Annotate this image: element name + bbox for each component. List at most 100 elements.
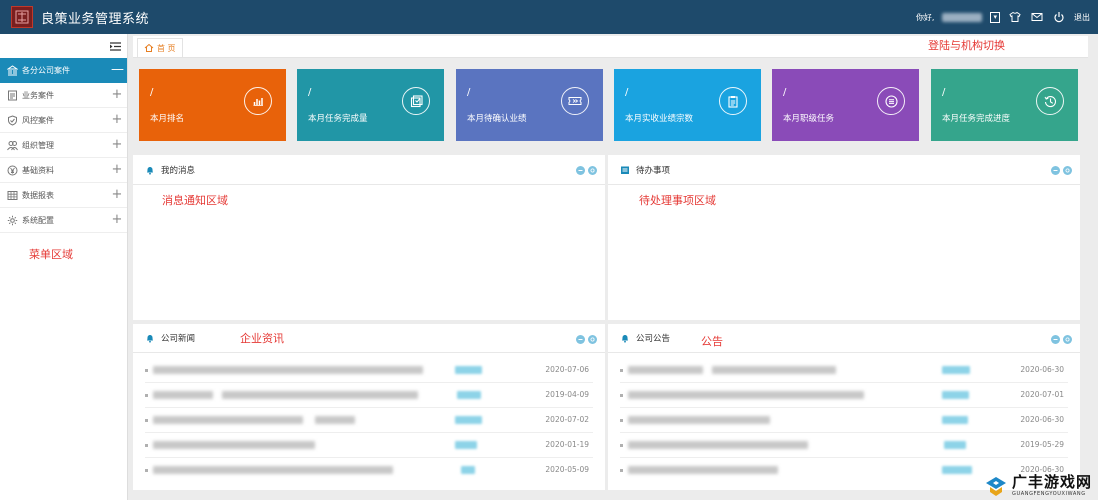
calendar-icon [620,165,630,175]
greeting-text: 你好, [915,12,935,22]
sidebar-item-base-data[interactable]: 基础资料 + [0,158,127,183]
sidebar-collapse-button[interactable] [0,34,127,58]
stat-card-monthly-rank[interactable]: / 本月排名 [139,69,286,141]
stat-card-received-performance[interactable]: / 本月实收业绩宗数 [614,69,761,141]
panel-title: 公司新闻 [161,334,196,344]
bell-icon [145,165,155,175]
notice-date: 2019-05-29 [1020,440,1064,449]
card-value: / [942,87,946,98]
sidebar-item-org-management[interactable]: 组织管理 + [0,133,127,158]
stat-card-task-completion[interactable]: / 本月任务完成量 [297,69,444,141]
sidebar-item-label: 数据报表 [22,190,54,200]
news-date: 2019-04-09 [545,390,589,399]
notice-date: 2020-06-30 [1020,365,1064,374]
shield-icon [6,114,18,126]
panel-title: 公司公告 [636,334,671,344]
refresh-panel-button[interactable] [1063,335,1072,344]
clipboard-icon [719,87,747,115]
shirt-icon[interactable] [1008,10,1022,24]
sidebar-item-label: 基础资料 [22,165,54,175]
gear-icon [6,214,18,226]
expand-icon[interactable]: + [111,138,123,151]
panel-company-news: 公司新闻 企业资讯 2020-07-06 2019-04-09 2020-07-… [133,324,605,490]
mail-icon[interactable] [1030,10,1044,24]
expand-icon[interactable]: + [111,88,123,101]
sidebar-item-data-reports[interactable]: 数据报表 + [0,183,127,208]
collapse-panel-button[interactable] [576,166,585,175]
sidebar-item-business-cases[interactable]: 业务案件 + [0,83,127,108]
ticket-icon [561,87,589,115]
logout-button[interactable]: 退出 [1074,12,1090,23]
news-row[interactable]: 2019-04-09 [145,383,593,408]
notice-row[interactable]: 2019-05-29 [620,433,1068,458]
card-value: / [308,87,312,98]
refresh-panel-button[interactable] [588,166,597,175]
expand-icon[interactable]: + [111,113,123,126]
panel-company-notices: 公司公告 公告 2020-06-30 2020-07-01 2020-06-30… [608,324,1080,490]
collapse-icon[interactable]: — [111,63,124,76]
power-icon[interactable] [1052,10,1066,24]
panel-title: 我的消息 [161,165,196,176]
notice-row[interactable]: 2020-06-30 [620,408,1068,433]
home-icon [144,43,154,52]
refresh-panel-button[interactable] [1063,166,1072,175]
card-label: 本月排名 [150,114,185,124]
users-icon [6,139,18,151]
annotation-announcement: 公告 [701,335,723,348]
panel-my-messages: 我的消息 消息通知区域 [133,155,605,320]
list-circle-icon [877,87,905,115]
tab-home[interactable]: 首 页 [137,38,183,57]
watermark-logo-icon [985,477,1006,496]
stat-card-rank-tasks[interactable]: / 本月职级任务 [772,69,919,141]
sidebar-item-label: 组织管理 [22,140,54,150]
notice-date: 2020-06-30 [1020,415,1064,424]
tab-home-label: 首 页 [157,43,176,53]
news-row[interactable]: 2020-07-06 [145,358,593,383]
annotation-menu-area: 菜单区域 [29,248,73,261]
card-value: / [625,87,629,98]
sidebar-item-label: 系统配置 [22,215,54,225]
card-value: / [150,87,154,98]
bar-chart-icon [244,87,272,115]
bell-icon [145,333,155,343]
collapse-panel-button[interactable] [576,335,585,344]
news-date: 2020-07-06 [545,365,589,374]
menu-collapse-icon [110,41,121,51]
stat-card-pending-confirmation[interactable]: / 本月待确认业绩 [456,69,603,141]
news-row[interactable]: 2020-05-09 [145,458,593,483]
refresh-panel-button[interactable] [588,335,597,344]
panel-todo: 待办事项 待处理事项区域 [608,155,1080,320]
stat-card-task-progress[interactable]: / 本月任务完成进度 [931,69,1078,141]
sidebar-item-system-config[interactable]: 系统配置 + [0,208,127,233]
sidebar-item-label: 各分公司案件 [22,65,70,75]
notice-row[interactable]: 2020-06-30 [620,358,1068,383]
card-label: 本月实收业绩宗数 [625,114,694,124]
card-label: 本月任务完成进度 [942,114,1011,124]
notice-row[interactable]: 2020-07-01 [620,383,1068,408]
username-redacted [942,12,983,22]
sidebar-item-label: 风控案件 [22,115,54,125]
expand-icon[interactable]: + [111,213,123,226]
watermark-title: 广丰游戏网 [1011,472,1092,491]
account-dropdown[interactable]: ▾ [990,11,1000,23]
clock-icon [1036,87,1064,115]
site-watermark: 广丰游戏网 GUANGFENGYOUXIWANG [984,473,1092,497]
panel-title: 待办事项 [636,165,671,176]
expand-icon[interactable]: + [111,188,123,201]
card-label: 本月待确认业绩 [467,114,527,124]
news-row[interactable]: 2020-01-19 [145,433,593,458]
document-icon [6,89,18,101]
annotation-login-switch: 登陆与机构切换 [928,39,1005,52]
card-value: / [783,87,787,98]
sidebar-item-risk-cases[interactable]: 风控案件 + [0,108,127,133]
news-date: 2020-05-09 [545,465,589,474]
collapse-panel-button[interactable] [1051,166,1060,175]
annotation-todo-area: 待处理事项区域 [639,194,716,207]
card-label: 本月职级任务 [783,114,835,124]
sidebar-item-branch-cases[interactable]: 各分公司案件 — [0,58,127,83]
expand-icon[interactable]: + [111,163,123,176]
notice-date: 2020-07-01 [1020,390,1064,399]
collapse-panel-button[interactable] [1051,335,1060,344]
bell-icon [620,333,630,343]
news-row[interactable]: 2020-07-02 [145,408,593,433]
